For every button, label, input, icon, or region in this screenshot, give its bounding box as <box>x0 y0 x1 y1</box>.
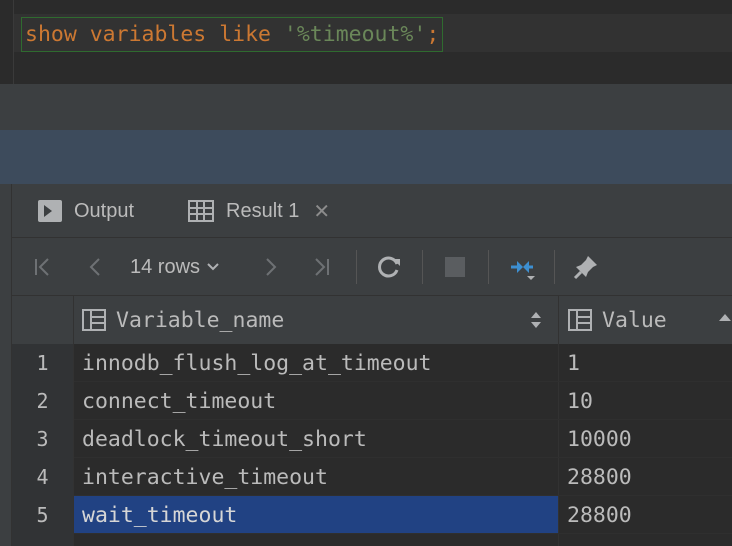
toolbar-separator <box>356 250 357 284</box>
cell-variable-name[interactable]: innodb_flush_log_at_timeout <box>74 344 558 382</box>
result-grid: Variable_name Value 1 innodb_flush_log_a… <box>12 296 732 546</box>
row-number: 2 <box>12 382 73 420</box>
table-row[interactable]: 3 deadlock_timeout_short 10000 <box>12 420 732 458</box>
toolbar-separator <box>488 250 489 284</box>
compare-icon[interactable] <box>506 238 540 296</box>
sql-editor[interactable]: show variables like '%timeout%'; <box>0 0 732 86</box>
toolbar-separator <box>554 250 555 284</box>
keyword-variables: variables <box>89 22 207 47</box>
row-number: 4 <box>12 458 73 496</box>
tab-output[interactable]: Output <box>38 184 134 238</box>
cell-variable-name[interactable]: interactive_timeout <box>74 458 558 496</box>
tab-result-label: Result 1 <box>226 199 300 222</box>
grid-header: Variable_name Value <box>12 296 732 344</box>
console-icon <box>38 200 62 222</box>
table-row[interactable]: 2 connect_timeout 10 <box>12 382 732 420</box>
prev-page-icon[interactable] <box>82 238 108 296</box>
refresh-icon[interactable] <box>374 238 404 296</box>
toolbar-separator <box>422 250 423 284</box>
cell-variable-name[interactable]: connect_timeout <box>74 382 558 420</box>
table-row[interactable]: 5 wait_timeout 28800 <box>12 496 732 534</box>
tab-result-1[interactable]: Result 1 ✕ <box>188 184 330 238</box>
sql-query-line[interactable]: show variables like '%timeout%'; <box>21 17 444 52</box>
cell-variable-name-selected[interactable]: wait_timeout <box>74 496 558 534</box>
result-tabs: Output Result 1 ✕ <box>12 184 732 238</box>
query-pattern-string: '%timeout%' <box>283 22 427 47</box>
editor-bottom-panel <box>0 86 732 130</box>
sort-icon[interactable] <box>530 310 542 330</box>
cell-value[interactable]: 28800 <box>559 496 732 534</box>
column-header-value[interactable]: Value <box>568 296 667 344</box>
table-icon <box>188 200 214 222</box>
column-header-label: Value <box>602 307 667 333</box>
cell-value[interactable]: 28800 <box>559 458 732 496</box>
table-row[interactable]: 4 interactive_timeout 28800 <box>12 458 732 496</box>
column-header-label: Variable_name <box>116 307 285 333</box>
cell-variable-name[interactable]: deadlock_timeout_short <box>74 420 558 458</box>
column-header-variable-name[interactable]: Variable_name <box>82 296 284 344</box>
column-icon <box>568 309 592 331</box>
row-number: 5 <box>12 496 73 534</box>
row-number: 3 <box>12 420 73 458</box>
cell-value[interactable]: 10 <box>559 382 732 420</box>
table-row[interactable]: 1 innodb_flush_log_at_timeout 1 <box>12 344 732 382</box>
result-toolbar: 14 rows <box>12 238 732 296</box>
sort-asc-icon[interactable] <box>718 310 732 330</box>
stop-icon[interactable] <box>440 238 470 296</box>
row-number: 1 <box>12 344 73 382</box>
table-row-partial[interactable] <box>12 534 732 546</box>
tool-window-left-strip <box>0 184 12 546</box>
query-terminator: ; <box>426 22 440 47</box>
row-number <box>12 534 73 546</box>
rows-count-label: 14 rows <box>130 255 201 278</box>
rows-count-dropdown[interactable]: 14 rows <box>130 238 220 296</box>
last-page-icon[interactable] <box>308 238 334 296</box>
cell-value[interactable]: 1 <box>559 344 732 382</box>
results-tool-window: Output Result 1 ✕ 14 rows Variable_name … <box>0 184 732 546</box>
keyword-like: like <box>219 22 271 47</box>
cell-value[interactable]: 10000 <box>559 420 732 458</box>
keyword-show: show <box>25 22 77 47</box>
column-icon <box>82 309 106 331</box>
tab-output-label: Output <box>74 199 135 222</box>
pin-icon[interactable] <box>570 238 602 296</box>
next-page-icon[interactable] <box>258 238 284 296</box>
first-page-icon[interactable] <box>30 238 56 296</box>
panel-splitter[interactable] <box>0 130 732 184</box>
close-icon[interactable]: ✕ <box>313 199 330 224</box>
chevron-down-icon <box>206 259 220 275</box>
